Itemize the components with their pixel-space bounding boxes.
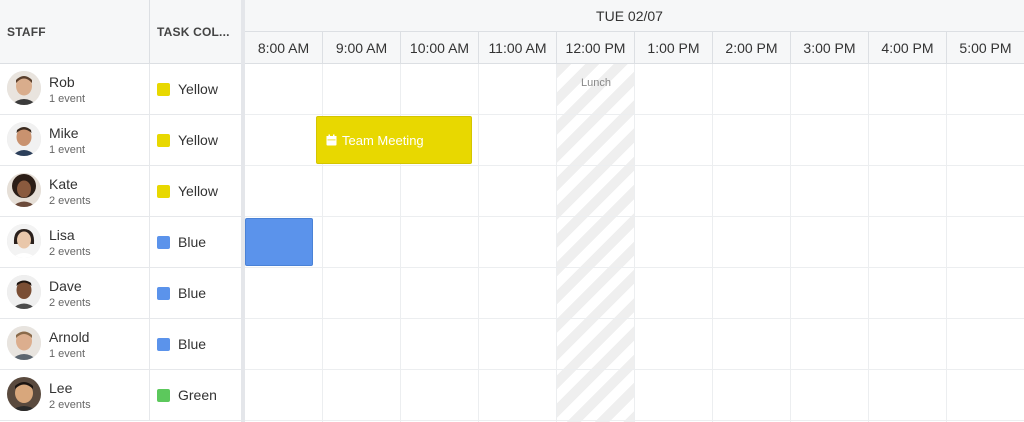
grid-divider: [245, 369, 1024, 370]
color-swatch: [157, 389, 170, 402]
timeline-pane: TUE 02/07 8:00 AM 9:00 AM 10:00 AM 11:00…: [245, 0, 1024, 422]
time-slot-header: 9:00 AM: [323, 32, 401, 63]
staff-row[interactable]: Lee 2 events Green: [0, 370, 241, 421]
time-slot-header: 1:00 PM: [635, 32, 713, 63]
staff-name: Lee: [49, 380, 73, 396]
staff-name: Mike: [49, 125, 79, 141]
staff-name: Rob: [49, 74, 75, 90]
time-slot-header: 12:00 PM: [557, 32, 635, 63]
date-header: TUE 02/07: [245, 0, 1024, 32]
time-slot-header: 8:00 AM: [245, 32, 323, 63]
task-color-column-header[interactable]: TASK COL...: [150, 0, 241, 63]
team-meeting-event[interactable]: Team Meeting: [316, 116, 472, 164]
staff-name: Dave: [49, 278, 82, 294]
avatar: [7, 71, 41, 105]
task-color-cell: Yellow: [150, 64, 241, 114]
color-swatch: [157, 236, 170, 249]
color-swatch: [157, 185, 170, 198]
staff-name: Arnold: [49, 329, 90, 345]
time-slot-header: 5:00 PM: [947, 32, 1024, 63]
staff-cell: Rob 1 event: [0, 64, 150, 114]
staff-event-count: 2 events: [49, 195, 91, 207]
calendar-icon: [326, 134, 337, 146]
time-header: 8:00 AM 9:00 AM 10:00 AM 11:00 AM 12:00 …: [245, 32, 1024, 64]
staff-event-count: 1 event: [49, 144, 86, 156]
staff-name: Kate: [49, 176, 78, 192]
grid-divider: [245, 420, 1024, 421]
avatar: [7, 122, 41, 156]
staff-event-count: 2 events: [49, 399, 91, 411]
time-slot-header: 10:00 AM: [401, 32, 479, 63]
task-color-cell: Green: [150, 370, 241, 420]
avatar: [7, 377, 41, 411]
grid-divider: [245, 114, 1024, 115]
avatar: [7, 224, 41, 258]
staff-pane: STAFF TASK COL... Rob 1 event Yellow Mik…: [0, 0, 241, 422]
grid-divider: [245, 318, 1024, 319]
staff-cell: Arnold 1 event: [0, 319, 150, 369]
time-slot-header: 4:00 PM: [869, 32, 947, 63]
avatar: [7, 326, 41, 360]
staff-row[interactable]: Arnold 1 event Blue: [0, 319, 241, 370]
grid-divider: [245, 267, 1024, 268]
avatar: [7, 275, 41, 309]
color-label: Yellow: [178, 183, 218, 199]
color-label: Yellow: [178, 81, 218, 97]
grid-divider: [245, 165, 1024, 166]
staff-cell: Kate 2 events: [0, 166, 150, 216]
lunch-label: Lunch: [581, 77, 611, 89]
task-color-cell: Yellow: [150, 166, 241, 216]
time-slot-header: 2:00 PM: [713, 32, 791, 63]
staff-name: Lisa: [49, 227, 75, 243]
task-color-cell: Blue: [150, 217, 241, 267]
color-label: Blue: [178, 336, 207, 352]
time-slot-header: 11:00 AM: [479, 32, 557, 63]
staff-event-count: 2 events: [49, 246, 91, 258]
staff-header: STAFF TASK COL...: [0, 0, 241, 64]
color-label: Blue: [178, 234, 207, 250]
time-slot-header: 3:00 PM: [791, 32, 869, 63]
color-label: Green: [178, 387, 217, 403]
color-swatch: [157, 287, 170, 300]
staff-event-count: 1 event: [49, 348, 86, 360]
staff-column-header[interactable]: STAFF: [0, 0, 150, 63]
blue-event[interactable]: [245, 218, 313, 266]
task-color-cell: Blue: [150, 268, 241, 318]
staff-row[interactable]: Kate 2 events Yellow: [0, 166, 241, 217]
staff-cell: Lee 2 events: [0, 370, 150, 420]
color-swatch: [157, 134, 170, 147]
task-color-cell: Blue: [150, 319, 241, 369]
staff-row[interactable]: Rob 1 event Yellow: [0, 64, 241, 115]
staff-event-count: 2 events: [49, 297, 91, 309]
staff-row[interactable]: Dave 2 events Blue: [0, 268, 241, 319]
event-title: Team Meeting: [342, 132, 424, 148]
color-swatch: [157, 338, 170, 351]
staff-event-count: 1 event: [49, 93, 86, 105]
schedule-grid[interactable]: Lunch Team Meeting: [245, 64, 1024, 422]
color-label: Blue: [178, 285, 207, 301]
staff-cell: Lisa 2 events: [0, 217, 150, 267]
avatar: [7, 173, 41, 207]
grid-divider: [245, 216, 1024, 217]
color-label: Yellow: [178, 132, 218, 148]
staff-row[interactable]: Mike 1 event Yellow: [0, 115, 241, 166]
staff-row[interactable]: Lisa 2 events Blue: [0, 217, 241, 268]
staff-cell: Mike 1 event: [0, 115, 150, 165]
color-swatch: [157, 83, 170, 96]
task-color-cell: Yellow: [150, 115, 241, 165]
staff-cell: Dave 2 events: [0, 268, 150, 318]
